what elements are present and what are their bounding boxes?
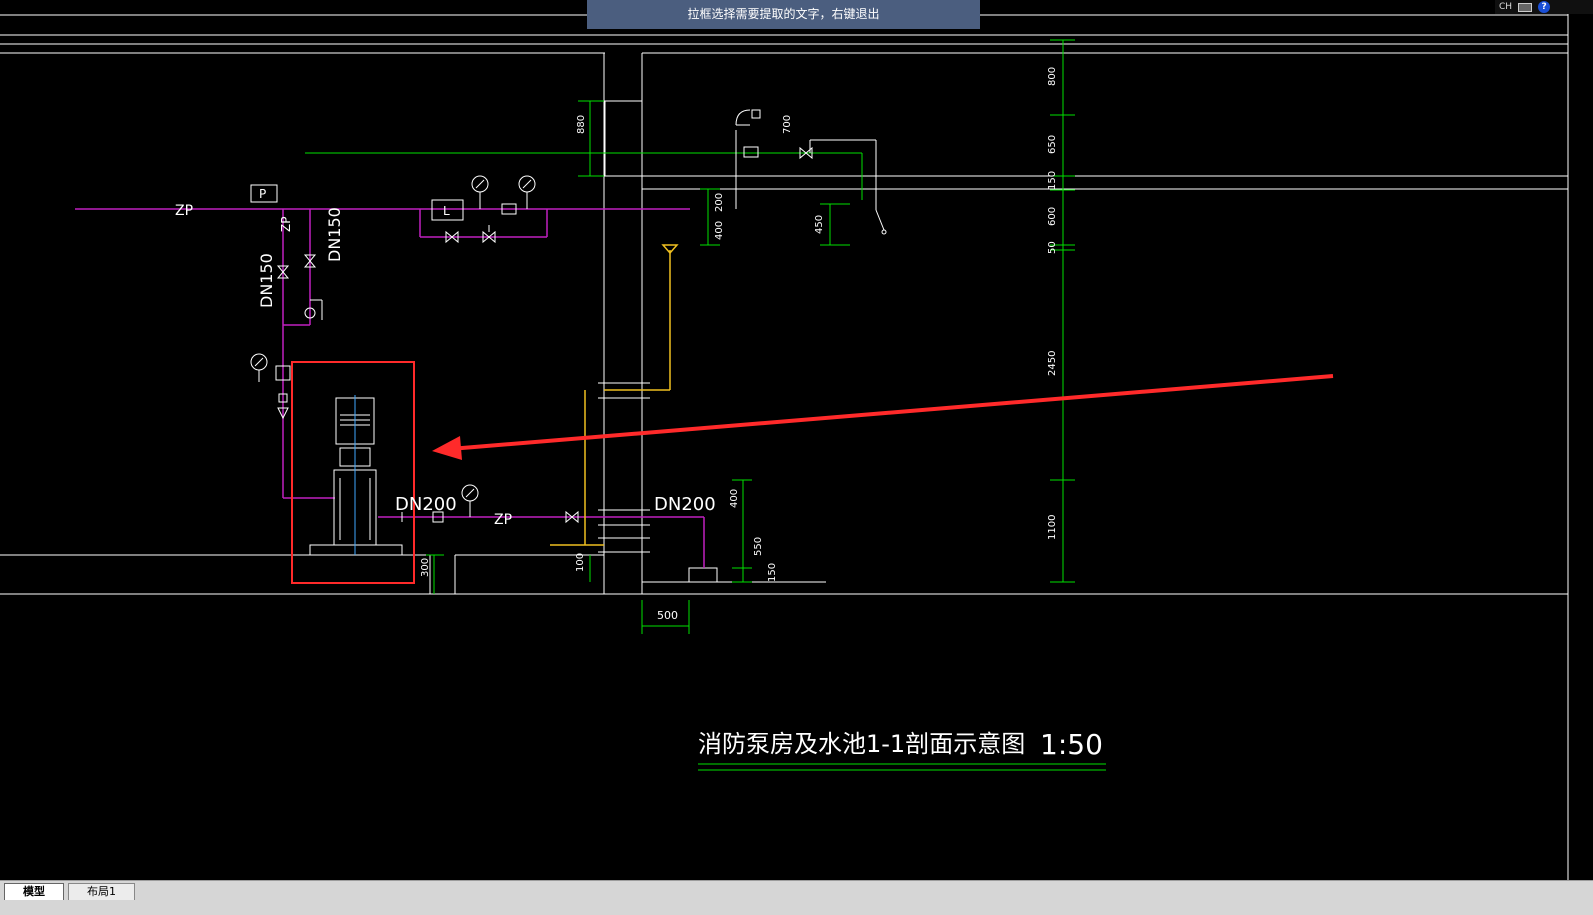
dn200-label-b: DN200 <box>654 494 716 515</box>
dn150-label-a: DN150 <box>325 207 344 262</box>
dim-700: 700 <box>782 115 793 134</box>
dn200-label-a: DN200 <box>395 494 457 515</box>
dim-200: 200 <box>714 193 725 212</box>
drawing-title: 消防泵房及水池1-1剖面示意图 <box>698 730 1025 758</box>
pressure-switch-label: P <box>259 187 266 201</box>
help-icon[interactable]: ? <box>1538 1 1551 13</box>
dim-550: 550 <box>753 537 764 556</box>
dim-right-600: 600 <box>1047 207 1058 226</box>
dim-400b: 400 <box>729 489 740 508</box>
zp-label-left: ZP <box>175 203 193 219</box>
fire-pump-icon <box>309 397 403 556</box>
dim-500: 500 <box>657 609 678 622</box>
selection-hint-banner: 拉框选择需要提取的文字，右键退出 <box>587 0 980 29</box>
keyboard-icon[interactable] <box>1518 2 1533 12</box>
dim-450: 450 <box>814 215 825 234</box>
language-indicator[interactable]: CH <box>1499 2 1512 12</box>
dim-880: 880 <box>576 115 587 134</box>
dim-150: 150 <box>767 563 778 582</box>
fittings <box>275 109 887 524</box>
dim-right-150: 150 <box>1047 171 1058 190</box>
dim-right-2450: 2450 <box>1047 351 1058 376</box>
dim-300: 300 <box>420 558 431 577</box>
dim-400: 400 <box>714 221 725 240</box>
drawing-scale: 1:50 <box>1040 728 1103 761</box>
level-box-label: L <box>443 204 450 218</box>
layout-tab-bar: 模型 布局1 <box>0 880 1593 915</box>
dim-right-800: 800 <box>1047 67 1058 86</box>
annotation-arrow <box>432 374 1334 460</box>
dim-100: 100 <box>575 553 586 572</box>
dim-right-650: 650 <box>1047 135 1058 154</box>
tab-layout1[interactable]: 布局1 <box>68 883 135 900</box>
dim-right-50: 50 <box>1047 241 1058 254</box>
pipes-zp <box>75 208 705 568</box>
dim-right-1100: 1100 <box>1047 515 1058 540</box>
pressure-gauge-icons <box>250 175 536 517</box>
tab-model[interactable]: 模型 <box>4 883 64 900</box>
status-tray: CH ? <box>1495 0 1593 14</box>
cad-drawing-canvas[interactable]: P L ZP ZP DN150 DN150 DN200 ZP DN200 880… <box>0 0 1593 894</box>
zp-label-bottom: ZP <box>494 512 512 528</box>
dn150-label-b: DN150 <box>257 253 276 308</box>
zp-label-vertical: ZP <box>279 217 293 232</box>
